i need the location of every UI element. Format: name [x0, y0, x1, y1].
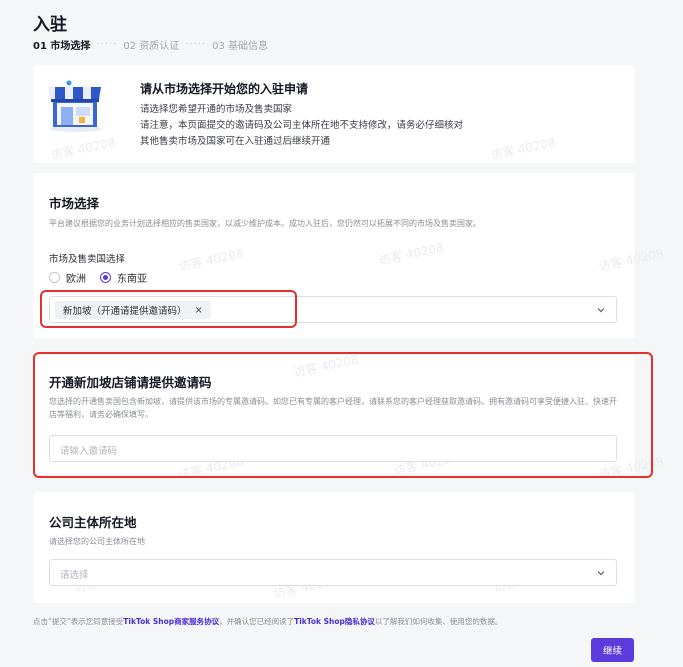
intro-line: 请选择您希望开通的市场及售卖国家 — [140, 104, 293, 115]
page-title: 入驻 — [33, 15, 67, 35]
market-section-desc: 平台建议根据您的业务计划选择相应的售卖国家，以减少维护成本。成功入驻后，您仍然可… — [49, 219, 481, 228]
company-section-desc: 请选择您的公司主体所在地 — [49, 537, 145, 546]
radio-button-checked[interactable] — [100, 272, 111, 283]
step-basic-info: 03 基础信息 — [212, 41, 269, 52]
merchant-agreement-link[interactable]: TikTok Shop商家服务协议 — [123, 617, 219, 626]
privacy-policy-link[interactable]: TikTok Shop隐私协议 — [294, 617, 375, 626]
market-section-title: 市场选择 — [49, 196, 100, 211]
company-section-title: 公司主体所在地 — [49, 515, 137, 530]
intro-line: 请注意，本页面提交的邀请码及公司主体所在地不支持修改，请务必仔细核对 — [140, 120, 464, 131]
step-indicator: 01 市场选择 ····· 02 资质认证 ····· 03 基础信息 — [33, 37, 268, 52]
invite-section-title: 开通新加坡店铺请提供邀请码 — [49, 375, 212, 390]
invite-section-desc: 您选择的开通售卖国包含新加坡，请提供该市场的专属邀请码。如您已有专属的客户经理，… — [49, 397, 617, 419]
market-field-label: 市场及售卖国选择 — [49, 254, 126, 265]
continue-button[interactable]: 继续 — [591, 638, 634, 662]
invite-code-card: 访客 40208 访客 40208 访客 40208 访客 40208 开通新加… — [33, 352, 665, 482]
intro-card: 请从市场选择开始您的入驻申请 请选择您希望开通的市场及售卖国家 请注意，本页面提… — [33, 65, 635, 163]
watermark: 访客 40208 — [377, 240, 445, 268]
page-header: 入驻 01 市场选择 ····· 02 资质认证 ····· 03 基础信息 — [0, 0, 683, 58]
storefront-icon — [49, 80, 102, 132]
step-market: 01 市场选择 — [33, 41, 91, 52]
agreement-note: 点击“提交”表示您同意接受TikTok Shop商家服务协议，并确认您已经阅读了… — [33, 616, 502, 627]
close-icon[interactable]: × — [195, 305, 203, 316]
market-radio-group: 欧洲 东南亚 — [49, 270, 161, 285]
agreement-text: 点击“提交”表示您同意接受 — [33, 617, 124, 626]
chevron-down-icon[interactable] — [596, 568, 606, 578]
input-placeholder: 请输入邀请码 — [60, 446, 118, 457]
company-location-card: 访客 40208 访客 40208 访客 40208 公司主体所在地 请选择您的… — [33, 492, 635, 603]
selected-country-tag: 新加坡（开通请提供邀请码） × — [55, 301, 211, 319]
step-separator: ····· — [185, 39, 207, 50]
chevron-down-icon[interactable] — [596, 305, 606, 315]
watermark: 访客 40208 — [292, 352, 360, 380]
watermark: 访客 40208 — [177, 246, 245, 274]
radio-label: 东南亚 — [117, 274, 147, 285]
tag-label: 新加坡（开通请提供邀请码） — [63, 306, 187, 317]
select-placeholder: 请选择 — [60, 570, 89, 581]
radio-southeast-asia[interactable]: 东南亚 — [100, 270, 147, 285]
company-location-select[interactable]: 请选择 — [49, 559, 617, 586]
step-qualification: 02 资质认证 — [123, 41, 180, 52]
watermark: 访客 40208 — [597, 246, 665, 274]
intro-line: 其他售卖市场及国家可在入驻通过后继续开通 — [140, 136, 331, 147]
agreement-text: ，并确认您已经阅读了 — [219, 617, 295, 626]
country-select[interactable]: 新加坡（开通请提供邀请码） × — [49, 296, 617, 323]
intro-title: 请从市场选择开始您的入驻申请 — [140, 82, 309, 96]
market-selection-card: 访客 40208 访客 40208 访客 40208 市场选择 平台建议根据您的… — [33, 173, 665, 338]
invite-code-input[interactable]: 请输入邀请码 — [49, 435, 617, 462]
radio-europe[interactable]: 欧洲 — [49, 270, 86, 285]
step-separator: ····· — [96, 39, 118, 50]
agreement-text: 以了解我们如何收集、使用您的数据。 — [374, 617, 503, 626]
radio-button[interactable] — [49, 272, 60, 283]
radio-label: 欧洲 — [66, 274, 86, 285]
